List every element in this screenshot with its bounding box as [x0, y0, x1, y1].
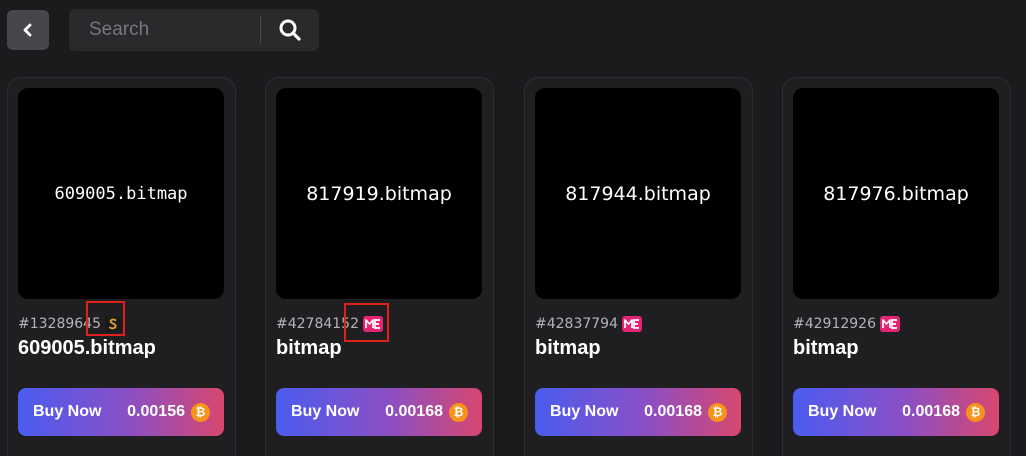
price: 0.00168 [385, 403, 443, 420]
buy-now-button[interactable]: Buy Now 0.00168 ₿ [793, 388, 999, 436]
back-button[interactable] [7, 10, 49, 50]
listing-card[interactable]: 817944.bitmap #42837794 bitmap Buy Now 0… [524, 77, 753, 456]
card-title: bitmap [793, 337, 859, 359]
card-title: bitmap [276, 337, 342, 359]
bitcoin-icon: ₿ [966, 402, 985, 422]
search-bar [69, 9, 319, 51]
buy-now-button[interactable]: Buy Now 0.00168 ₿ [535, 388, 741, 436]
card-title: 609005.bitmap [18, 337, 156, 359]
price: 0.00156 [127, 403, 185, 420]
card-title: bitmap [535, 337, 601, 359]
price: 0.00168 [644, 403, 702, 420]
highlight-annotation [86, 301, 125, 336]
preview-label: 817976.bitmap [823, 182, 969, 205]
preview-label: 817919.bitmap [306, 182, 452, 205]
inscription-preview[interactable]: 817976.bitmap [793, 88, 999, 299]
search-input[interactable] [69, 10, 259, 50]
buy-now-button[interactable]: Buy Now 0.00156 ₿ [18, 388, 224, 436]
buy-now-label: Buy Now [550, 403, 619, 420]
buy-now-label: Buy Now [291, 403, 360, 420]
inscription-meta: #42837794 [535, 313, 642, 335]
highlight-annotation [344, 303, 389, 342]
inscription-number: #42912926 [793, 316, 876, 332]
inscription-preview[interactable]: 609005.bitmap [18, 88, 224, 299]
bitcoin-icon: ₿ [449, 402, 468, 422]
inscription-preview[interactable]: 817944.bitmap [535, 88, 741, 299]
bitcoin-icon: ₿ [708, 402, 727, 422]
bitcoin-icon: ₿ [191, 402, 210, 422]
preview-label: 609005.bitmap [54, 183, 188, 204]
listing-card[interactable]: 817919.bitmap #42784152 bitmap Buy Now 0… [265, 77, 494, 456]
me-marketplace-icon[interactable] [622, 316, 642, 332]
price: 0.00168 [902, 403, 960, 420]
inscription-meta: #42912926 [793, 313, 900, 335]
chevron-left-icon [23, 23, 32, 37]
preview-label: 817944.bitmap [565, 182, 711, 205]
page: 609005.bitmap #13289645 609005.bitmap Bu… [0, 0, 1026, 456]
buy-now-label: Buy Now [808, 403, 877, 420]
inscription-number: #42837794 [535, 316, 618, 332]
search-icon [279, 19, 301, 41]
inscription-preview[interactable]: 817919.bitmap [276, 88, 482, 299]
listing-card[interactable]: 609005.bitmap #13289645 609005.bitmap Bu… [7, 77, 236, 456]
search-button[interactable] [261, 9, 319, 51]
me-marketplace-icon[interactable] [880, 316, 900, 332]
buy-now-button[interactable]: Buy Now 0.00168 ₿ [276, 388, 482, 436]
listing-card[interactable]: 817976.bitmap #42912926 bitmap Buy Now 0… [782, 77, 1011, 456]
buy-now-label: Buy Now [33, 403, 102, 420]
